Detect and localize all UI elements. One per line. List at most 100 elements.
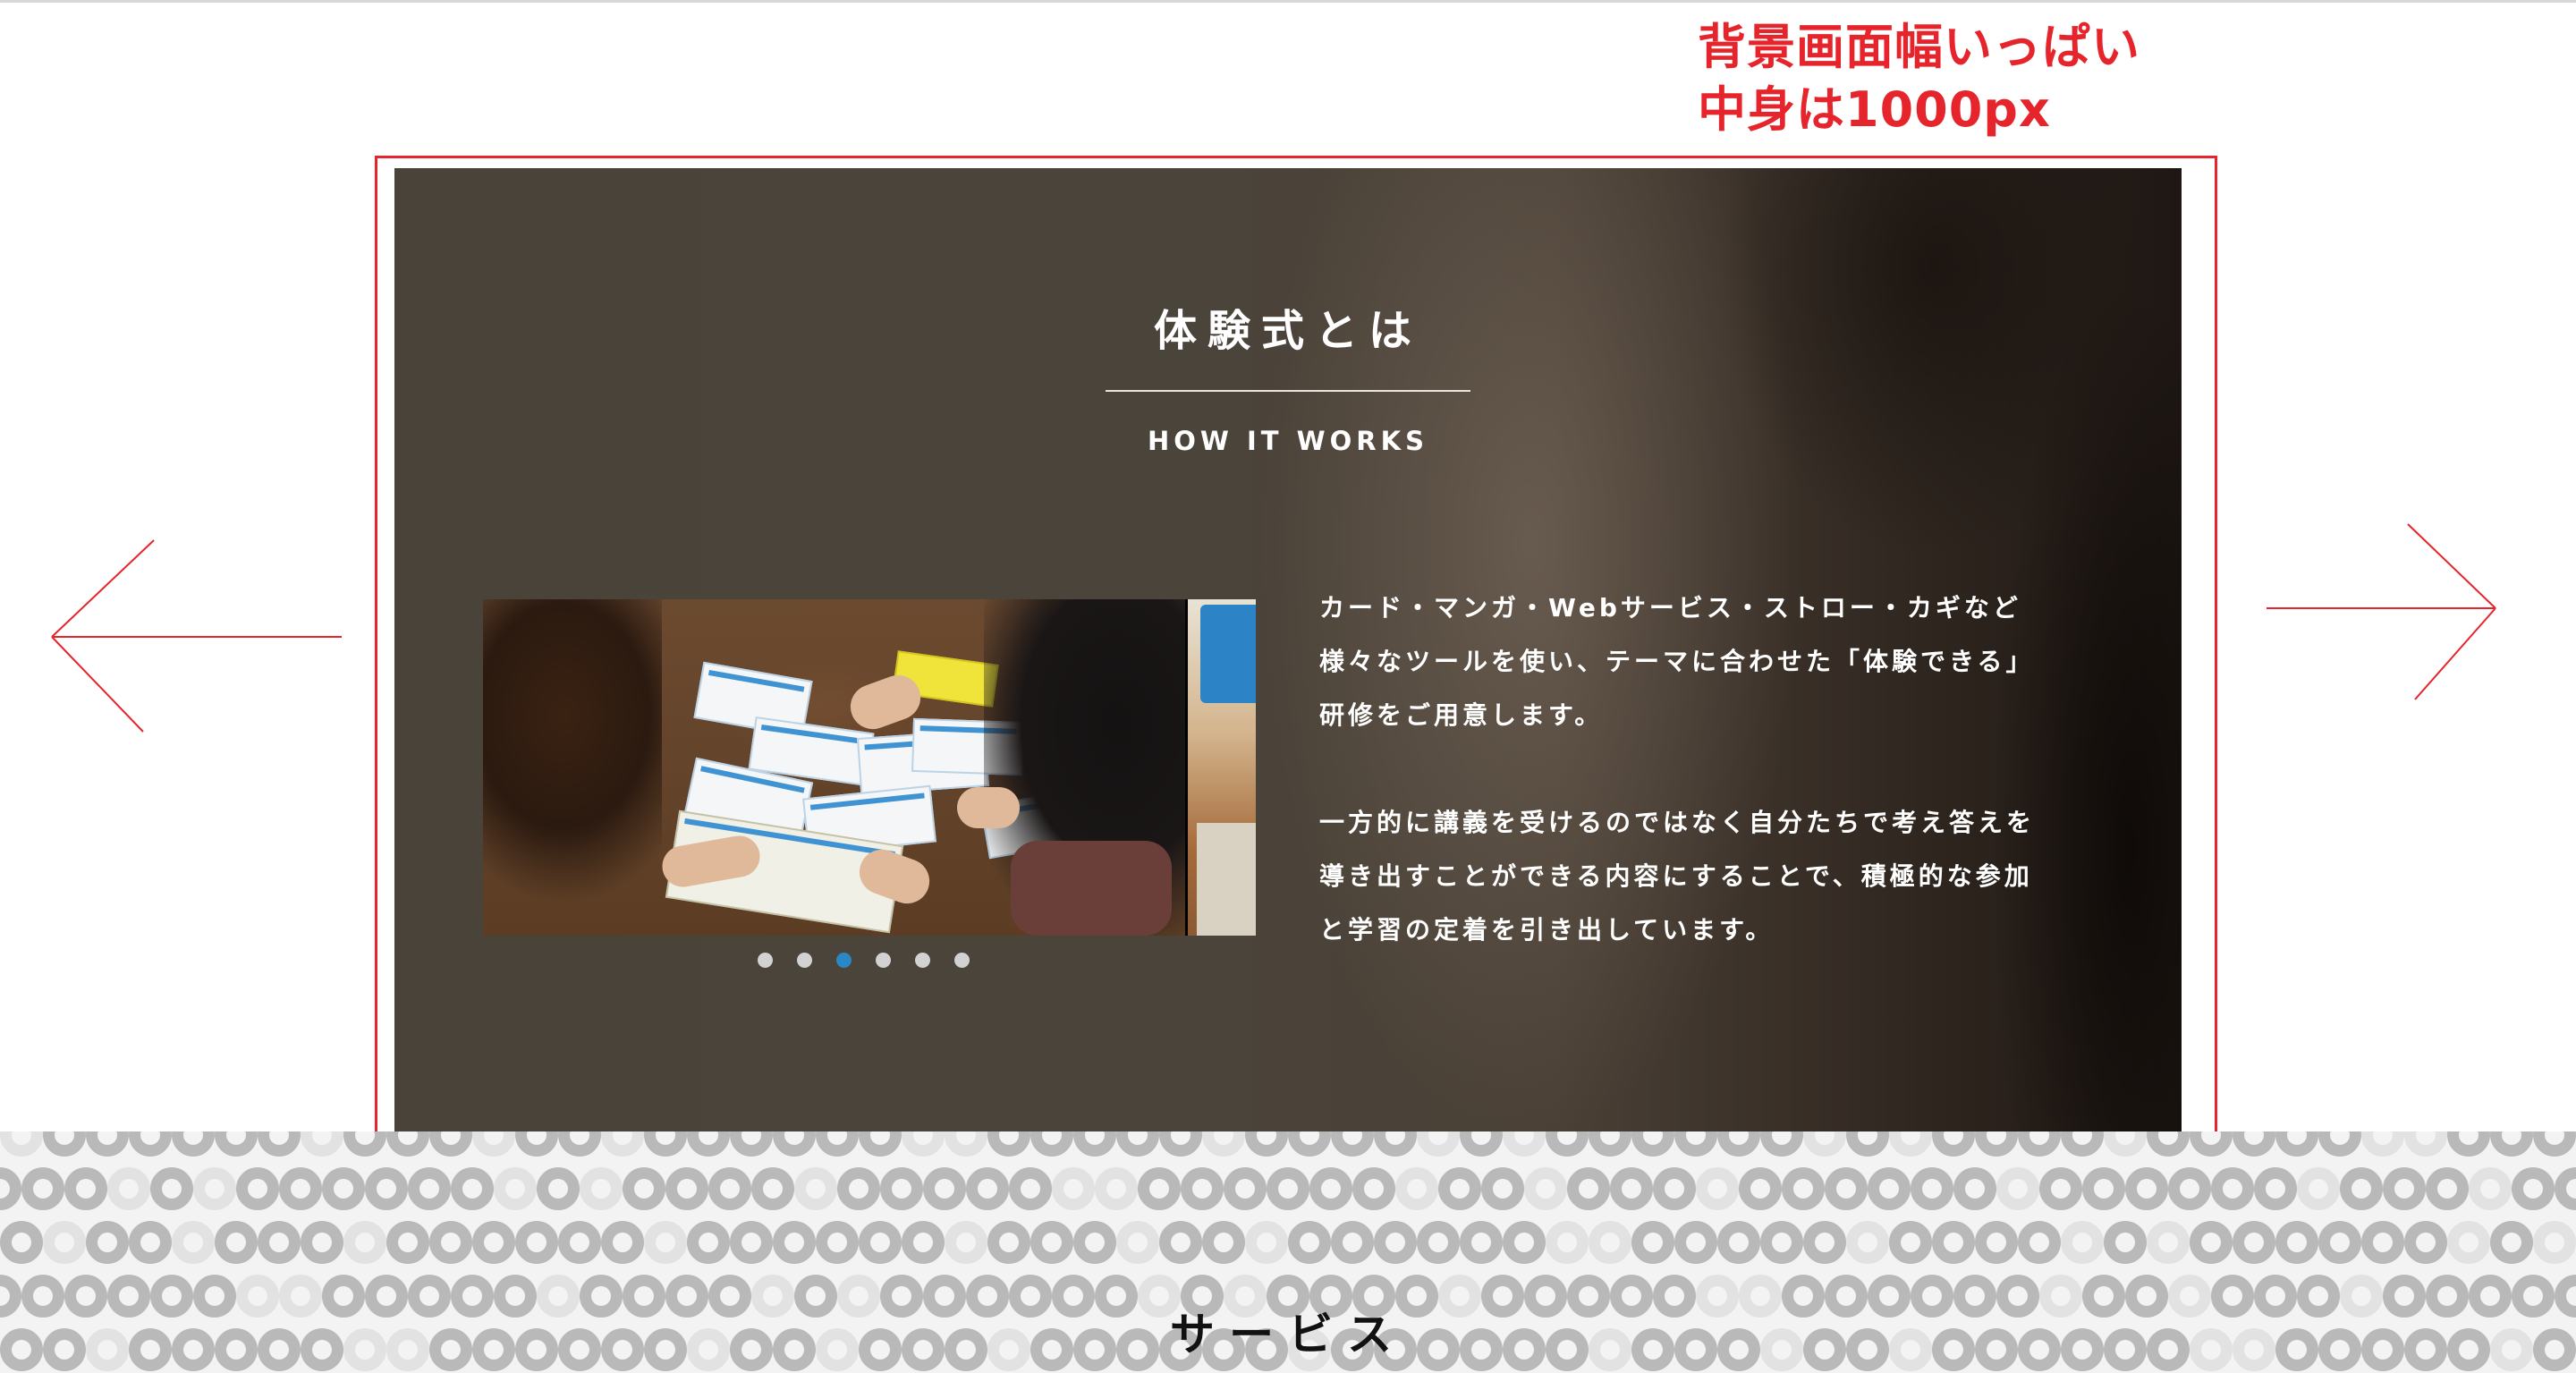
description-line: 研修をご用意します。: [1319, 700, 1604, 730]
pattern-ring: [1095, 1167, 1138, 1210]
pattern-ring: [86, 1131, 129, 1157]
pattern-ring: [1589, 1131, 1631, 1157]
pattern-ring: [1009, 1167, 1052, 1210]
pattern-ring: [1245, 1131, 1288, 1157]
pattern-ring: [129, 1131, 172, 1157]
pattern-ring: [902, 1131, 945, 1157]
pattern-ring: [193, 1167, 236, 1210]
pattern-ring: [494, 1167, 537, 1210]
pattern-ring: [107, 1167, 150, 1210]
pattern-ring: [258, 1131, 301, 1157]
pattern-ring: [1674, 1221, 1717, 1264]
pattern-ring: [644, 1221, 687, 1264]
slider-dot-1[interactable]: [758, 953, 773, 968]
pattern-ring: [2104, 1131, 2147, 1157]
services-heading: サービス: [1170, 1309, 1406, 1360]
pattern-ring: [1309, 1167, 1352, 1210]
pattern-ring: [1417, 1131, 1460, 1157]
pattern-ring: [1631, 1221, 1674, 1264]
pattern-ring: [1267, 1167, 1309, 1210]
pattern-ring: [837, 1167, 880, 1210]
pattern-ring: [129, 1221, 172, 1264]
slider-dot-4[interactable]: [876, 953, 891, 968]
pattern-ring: [1975, 1221, 2018, 1264]
pattern-ring: [451, 1167, 494, 1210]
pattern-ring: [601, 1131, 644, 1157]
pattern-ring: [1288, 1131, 1331, 1157]
description-line: 一方的に講義を受けるのではなく自分たちで考え答えを: [1319, 808, 2036, 837]
person-left: [483, 599, 662, 936]
pattern-ring: [687, 1131, 730, 1157]
pattern-ring: [1159, 1131, 1202, 1157]
pattern-ring: [2233, 1221, 2275, 1264]
pattern-ring: [236, 1167, 279, 1210]
slider-dot-3[interactable]: [836, 953, 852, 968]
pattern-ring: [0, 1131, 43, 1157]
pattern-ring: [1374, 1131, 1417, 1157]
pattern-ring: [730, 1221, 773, 1264]
arrow-left-icon[interactable]: [45, 537, 349, 733]
slider-dot-2[interactable]: [797, 953, 812, 968]
pattern-ring: [1803, 1221, 1846, 1264]
pattern-ring: [2404, 1131, 2447, 1157]
pattern-ring: [1631, 1131, 1674, 1157]
pattern-ring: [1438, 1167, 1481, 1210]
heading-divider: [1106, 390, 1470, 392]
pattern-ring: [1803, 1131, 1846, 1157]
pattern-ring: [343, 1131, 386, 1157]
pattern-ring: [2361, 1221, 2404, 1264]
pattern-ring: [1352, 1167, 1395, 1210]
pattern-ring: [1073, 1131, 1116, 1157]
pattern-ring: [945, 1131, 987, 1157]
arrow-right-icon[interactable]: [2265, 521, 2503, 705]
pattern-ring: [43, 1221, 86, 1264]
pattern-ring: [322, 1167, 365, 1210]
pattern-ring: [1395, 1167, 1438, 1210]
pattern-ring: [515, 1221, 558, 1264]
pattern-ring: [1782, 1167, 1825, 1210]
slider-dot-6[interactable]: [954, 953, 970, 968]
pattern-ring: [2125, 1167, 2168, 1210]
pattern-ring: [580, 1167, 623, 1210]
pattern-ring: [2275, 1131, 2318, 1157]
pattern-ring: [472, 1221, 515, 1264]
pattern-ring: [1030, 1131, 1073, 1157]
top-border: [0, 0, 2576, 3]
pattern-ring: [880, 1167, 923, 1210]
pattern-ring: [2533, 1221, 2576, 1264]
pattern-ring: [1331, 1221, 1374, 1264]
pattern-ring: [258, 1221, 301, 1264]
pattern-ring: [2469, 1167, 2512, 1210]
pattern-ring: [2147, 1221, 2190, 1264]
pattern-ring: [1052, 1167, 1095, 1210]
slider-dot-5[interactable]: [915, 953, 930, 968]
pattern-ring: [1760, 1131, 1803, 1157]
pattern-ring: [816, 1221, 859, 1264]
pattern-ring: [1610, 1167, 1653, 1210]
pattern-ring: [2039, 1167, 2082, 1210]
pattern-ring: [1202, 1131, 1245, 1157]
pattern-ring: [279, 1167, 322, 1210]
pattern-ring: [1975, 1131, 2018, 1157]
pattern-ring: [1503, 1221, 1546, 1264]
pattern-ring: [64, 1167, 107, 1210]
pattern-ring: [429, 1131, 472, 1157]
pattern-ring: [2361, 1131, 2404, 1157]
pattern-ring: [1138, 1167, 1181, 1210]
pattern-ring: [966, 1167, 1009, 1210]
pattern-ring: [859, 1131, 902, 1157]
pattern-ring: [945, 1221, 987, 1264]
pattern-ring: [343, 1221, 386, 1264]
next-slide-peek: [1188, 599, 1256, 936]
pattern-ring: [0, 1167, 21, 1210]
image-slider[interactable]: [483, 599, 1256, 936]
pattern-ring: [1546, 1131, 1589, 1157]
pattern-ring: [1825, 1167, 1868, 1210]
pattern-ring: [1524, 1167, 1567, 1210]
pattern-ring: [472, 1131, 515, 1157]
pattern-ring: [172, 1221, 215, 1264]
pattern-ring: [2082, 1167, 2125, 1210]
pattern-ring: [2533, 1131, 2576, 1157]
pattern-ring: [301, 1221, 343, 1264]
pattern-ring: [2404, 1221, 2447, 1264]
